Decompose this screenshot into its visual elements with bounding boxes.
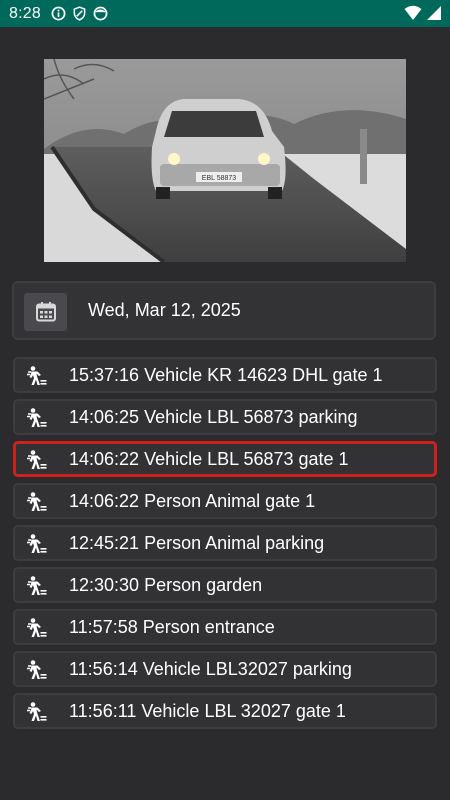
event-text: 11:57:58 Person entrance bbox=[69, 617, 275, 637]
wifi-icon bbox=[404, 5, 422, 20]
license-plate: EBL 58873 bbox=[202, 175, 236, 182]
status-notification-icons bbox=[51, 6, 108, 21]
camera-snapshot[interactable]: EBL 58873 bbox=[44, 59, 406, 262]
person-walking-icon bbox=[25, 534, 47, 554]
event-item[interactable]: 11:57:58 Person entrance bbox=[13, 609, 437, 645]
signal-icon bbox=[427, 6, 441, 20]
person-walking-icon bbox=[25, 702, 47, 722]
event-list: 15:37:16 Vehicle KR 14623 DHL gate 1 14:0… bbox=[13, 357, 437, 735]
event-item-selected[interactable]: 14:06:22 Vehicle LBL 56873 gate 1 bbox=[13, 441, 437, 477]
snowy-driveway-car-image: EBL 58873 bbox=[44, 59, 406, 262]
selected-date[interactable]: Wed, Mar 12, 2025 bbox=[88, 283, 241, 338]
face-icon bbox=[93, 6, 108, 21]
person-walking-icon bbox=[25, 660, 47, 680]
event-text: 15:37:16 Vehicle KR 14623 DHL gate 1 bbox=[69, 365, 383, 385]
event-item[interactable]: 14:06:25 Vehicle LBL 56873 parking bbox=[13, 399, 437, 435]
event-item[interactable]: 15:37:16 Vehicle KR 14623 DHL gate 1 bbox=[13, 357, 437, 393]
status-bar: 8:28 bbox=[0, 0, 450, 27]
event-text: 11:56:11 Vehicle LBL 32027 gate 1 bbox=[69, 701, 346, 721]
status-system-icons bbox=[404, 4, 442, 21]
event-text: 14:06:22 Person Animal gate 1 bbox=[69, 491, 316, 511]
person-walking-icon bbox=[25, 366, 47, 386]
event-item[interactable]: 11:56:14 Vehicle LBL32027 parking bbox=[13, 651, 437, 687]
shield-icon bbox=[73, 6, 86, 21]
event-text: 12:30:30 Person garden bbox=[69, 575, 263, 595]
person-walking-icon bbox=[25, 450, 47, 470]
event-item[interactable]: 12:45:21 Person Animal parking bbox=[13, 525, 437, 561]
person-walking-icon bbox=[25, 408, 47, 428]
event-text: 14:06:22 Vehicle LBL 56873 gate 1 bbox=[69, 449, 349, 469]
person-walking-icon bbox=[25, 576, 47, 596]
calendar-icon bbox=[35, 302, 56, 322]
calendar-button[interactable] bbox=[24, 293, 67, 331]
event-text: 12:45:21 Person Animal parking bbox=[69, 533, 325, 553]
status-time: 8:28 bbox=[9, 4, 41, 22]
event-text: 14:06:25 Vehicle LBL 56873 parking bbox=[69, 407, 358, 427]
event-item[interactable]: 14:06:22 Person Animal gate 1 bbox=[13, 483, 437, 519]
person-walking-icon bbox=[25, 492, 47, 512]
event-item[interactable]: 12:30:30 Person garden bbox=[13, 567, 437, 603]
person-walking-icon bbox=[25, 618, 47, 638]
info-icon bbox=[51, 6, 66, 21]
event-text: 11:56:14 Vehicle LBL32027 parking bbox=[69, 659, 352, 679]
event-item[interactable]: 11:56:11 Vehicle LBL 32027 gate 1 bbox=[13, 693, 437, 729]
date-selector-card: Wed, Mar 12, 2025 bbox=[12, 281, 436, 340]
